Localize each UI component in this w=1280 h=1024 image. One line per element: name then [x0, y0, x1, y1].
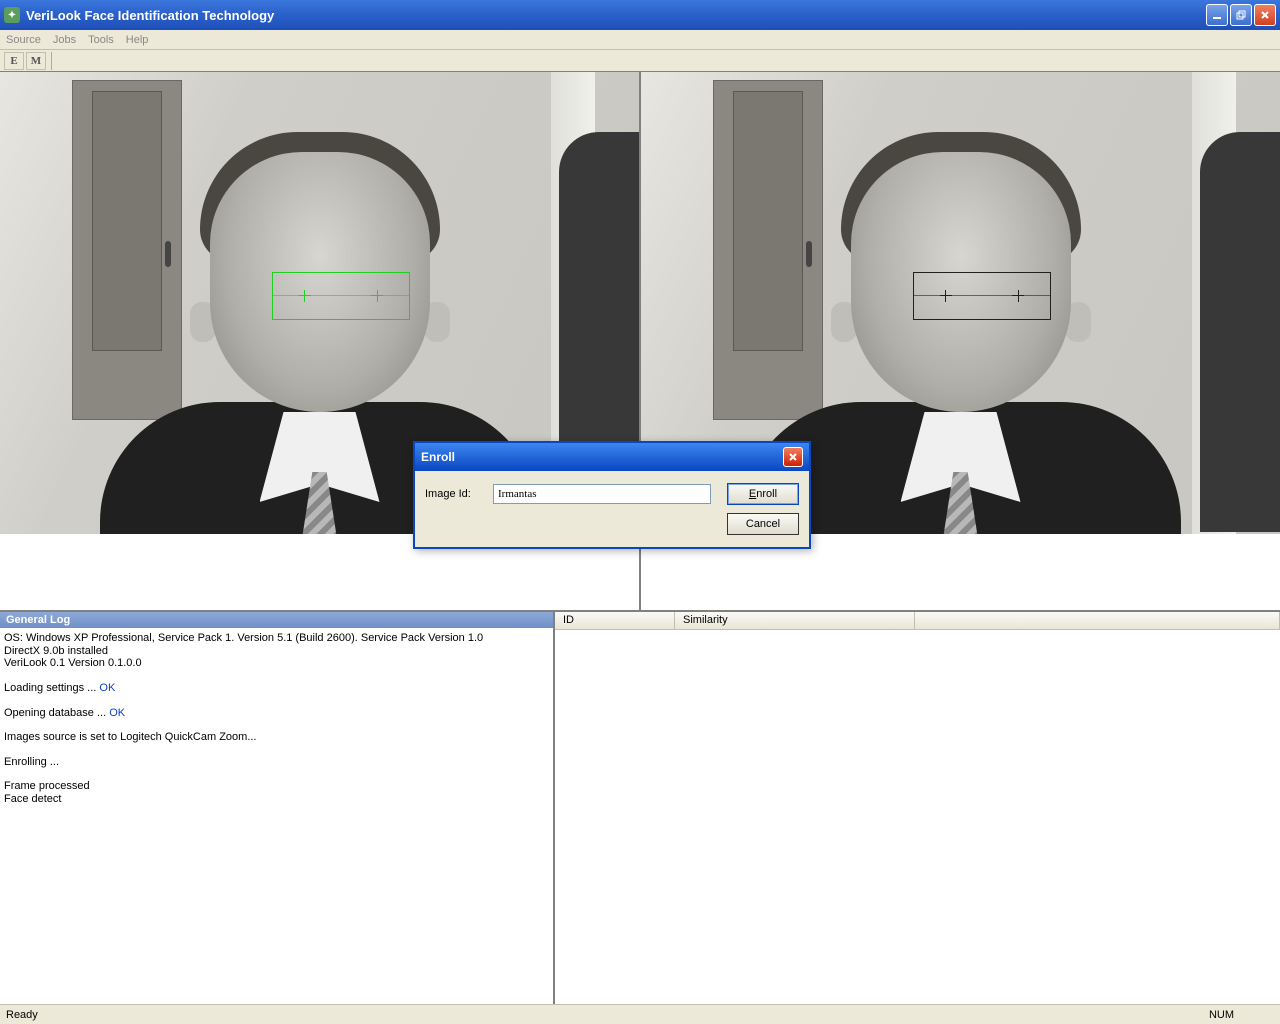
log-line: Frame processed	[4, 780, 549, 793]
window-title: VeriLook Face Identification Technology	[26, 8, 1206, 23]
dialog-close-button[interactable]	[783, 447, 803, 467]
face-detect-box-right	[913, 272, 1051, 320]
log-panel: General Log OS: Windows XP Professional,…	[0, 612, 555, 1004]
results-panel: ID Similarity	[555, 612, 1280, 1004]
toolbar-separator	[51, 52, 52, 70]
statusbar: Ready NUM	[0, 1004, 1280, 1024]
status-ready: Ready	[6, 1009, 38, 1021]
enroll-dialog: Enroll Image Id: Enroll Cancel	[413, 441, 811, 549]
log-line: Loading settings ... OK	[4, 682, 549, 695]
restore-button[interactable]	[1230, 4, 1252, 26]
log-line: VeriLook 0.1 Version 0.1.0.0	[4, 657, 549, 670]
log-line: OS: Windows XP Professional, Service Pac…	[4, 632, 549, 645]
log-line: Enrolling ...	[4, 756, 549, 769]
log-line: Opening database ... OK	[4, 707, 549, 720]
dialog-titlebar[interactable]: Enroll	[415, 443, 809, 471]
face-detect-box-left	[272, 272, 410, 320]
menu-tools[interactable]: Tools	[88, 34, 114, 46]
log-line: DirectX 9.0b installed	[4, 645, 549, 658]
toolbar-e-button[interactable]: E	[4, 52, 24, 70]
menu-source[interactable]: Source	[6, 34, 41, 46]
status-num: NUM	[1209, 1009, 1234, 1021]
close-button[interactable]	[1254, 4, 1276, 26]
results-header: ID Similarity	[555, 612, 1280, 630]
column-id[interactable]: ID	[555, 612, 675, 629]
app-icon: ✦	[4, 7, 20, 23]
dialog-body: Image Id: Enroll Cancel	[415, 471, 809, 547]
enroll-button[interactable]: Enroll	[727, 483, 799, 505]
dialog-title: Enroll	[421, 450, 783, 464]
minimize-button[interactable]	[1206, 4, 1228, 26]
bottom-panels: General Log OS: Windows XP Professional,…	[0, 612, 1280, 1004]
titlebar: ✦ VeriLook Face Identification Technolog…	[0, 0, 1280, 30]
menu-help[interactable]: Help	[126, 34, 149, 46]
image-id-label: Image Id:	[425, 488, 485, 500]
window-controls	[1206, 4, 1276, 26]
log-line: Face detect	[4, 793, 549, 806]
toolbar-m-button[interactable]: M	[26, 52, 46, 70]
menubar: Source Jobs Tools Help	[0, 30, 1280, 50]
menu-jobs[interactable]: Jobs	[53, 34, 76, 46]
column-spacer	[915, 612, 1280, 629]
log-line: Images source is set to Logitech QuickCa…	[4, 731, 549, 744]
image-id-input[interactable]	[493, 484, 711, 504]
toolbar: E M	[0, 50, 1280, 72]
column-similarity[interactable]: Similarity	[675, 612, 915, 629]
log-header: General Log	[0, 612, 553, 628]
log-body[interactable]: OS: Windows XP Professional, Service Pac…	[0, 628, 553, 1004]
cancel-button[interactable]: Cancel	[727, 513, 799, 535]
